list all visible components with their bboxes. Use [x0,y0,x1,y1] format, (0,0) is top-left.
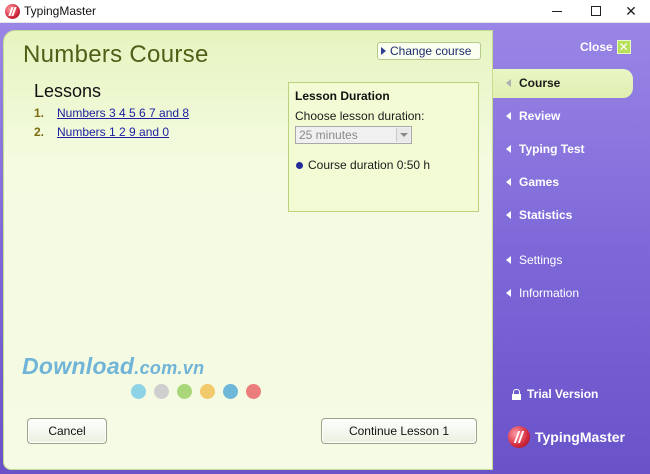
nav-item-label: Course [519,76,561,90]
trial-version-badge: Trial Version [512,387,598,401]
cancel-button[interactable]: Cancel [27,418,107,444]
arrow-left-icon [506,145,511,153]
nav-item-label: Typing Test [519,142,585,156]
watermark-dot [177,384,192,399]
watermark-suffix: .com.vn [134,358,205,378]
lock-icon [512,388,521,400]
chevron-down-icon[interactable] [396,128,410,142]
arrow-left-icon [506,79,511,87]
window-title: TypingMaster [24,4,97,18]
lessons-heading: Lessons [34,81,102,101]
page-title: Numbers Course [23,41,209,68]
arrow-right-icon [381,47,386,55]
nav-item-settings[interactable]: Settings [506,253,562,267]
lesson-duration-select[interactable]: 25 minutes [295,126,412,144]
arrow-left-icon [506,289,511,297]
nav-item-label: Review [519,109,561,123]
lesson-duration-panel: Lesson Duration Choose lesson duration: … [288,82,479,212]
continue-lesson-button[interactable]: Continue Lesson 1 [321,418,477,444]
arrow-left-icon [506,256,511,264]
brand-label: TypingMaster [535,429,625,445]
nav-item-statistics[interactable]: Statistics [506,208,572,222]
change-course-button[interactable]: Change course [377,42,481,60]
nav-item-label: Settings [519,253,563,267]
nav-item-course[interactable]: Course [506,76,560,90]
lesson-link[interactable]: Numbers 1 2 9 and 0 [57,125,169,139]
nav-item-games[interactable]: Games [506,175,559,189]
watermark-dot [200,384,215,399]
arrow-left-icon [506,178,511,186]
download-watermark: Download.com.vn [22,353,204,380]
close-course-button[interactable]: Close ✕ [580,40,631,54]
bullet-icon [296,161,303,169]
nav-item-information[interactable]: Information [506,286,579,300]
typingmaster-app-icon [5,4,20,19]
minimize-icon [552,10,562,12]
lesson-item: 2. Numbers 1 2 9 and 0 [34,125,169,139]
window-close-button[interactable]: ✕ [612,0,650,22]
nav-item-label: Information [519,286,580,300]
arrow-left-icon [506,112,511,120]
main-panel: Numbers Course Change course Lessons 1. … [3,30,493,470]
lesson-item: 1. Numbers 3 4 5 6 7 and 8 [34,106,189,120]
arrow-left-icon [506,211,511,219]
lesson-duration-title: Lesson Duration [295,89,390,103]
lesson-link[interactable]: Numbers 3 4 5 6 7 and 8 [57,106,189,120]
watermark-dot [131,384,146,399]
watermark-dot [246,384,261,399]
course-duration-text: Course duration 0:50 h [308,158,431,172]
course-duration-info: Course duration 0:50 h [296,158,430,172]
maximize-icon [591,6,601,16]
lesson-duration-value: 25 minutes [299,128,358,142]
close-label: Close [580,40,613,54]
lesson-duration-label: Choose lesson duration: [295,109,425,123]
brand-logo: TypingMaster [508,426,625,448]
change-course-label: Change course [390,44,472,58]
watermark-dots [131,384,261,399]
close-icon: ✕ [616,40,631,54]
trial-version-label: Trial Version [527,387,599,401]
title-bar: TypingMaster ✕ [0,0,650,23]
nav-item-typing-test[interactable]: Typing Test [506,142,585,156]
nav-item-review[interactable]: Review [506,109,560,123]
watermark-dot [154,384,169,399]
typingmaster-logo-icon [508,426,530,448]
lesson-number: 2. [34,125,45,139]
lesson-number: 1. [34,106,45,120]
watermark-dot [223,384,238,399]
watermark-main: Download [22,353,135,379]
nav-item-label: Games [519,175,560,189]
nav-item-label: Statistics [519,208,573,222]
